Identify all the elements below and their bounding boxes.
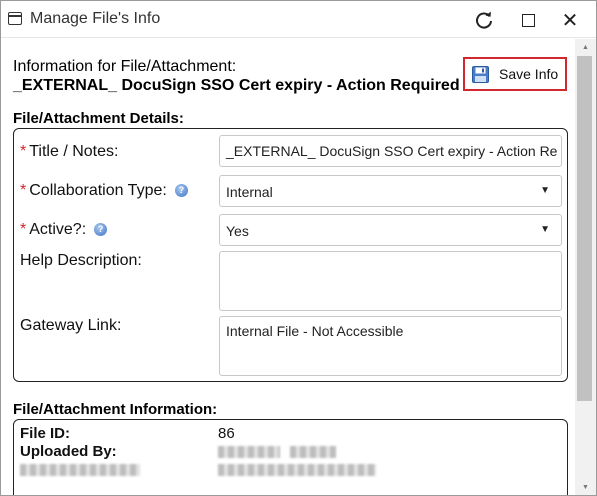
scroll-down-arrow-icon[interactable]: ▼ (575, 479, 596, 495)
gateway-link-textarea[interactable]: Internal File - Not Accessible (219, 316, 562, 376)
collaboration-type-value: Internal (226, 184, 273, 200)
window-icon (8, 12, 22, 25)
scroll-thumb[interactable] (577, 56, 592, 401)
date-uploaded-value (218, 461, 376, 478)
close-button[interactable]: ✕ (555, 6, 585, 34)
file-id-label: File ID: (20, 425, 71, 442)
info-section-title: File/Attachment Information: (13, 401, 218, 418)
collaboration-type-label: * Collaboration Type:? (20, 182, 188, 200)
refresh-button[interactable] (469, 6, 499, 34)
details-section-title: File/Attachment Details: (13, 110, 184, 127)
dropdown-arrow-icon: ▼ (540, 224, 550, 235)
dropdown-arrow-icon: ▼ (540, 185, 550, 196)
file-name: _EXTERNAL_ DocuSign SSO Cert expiry - Ac… (13, 77, 460, 94)
redacted-text (290, 446, 337, 459)
gateway-link-label: Gateway Link: (20, 317, 122, 334)
help-icon[interactable]: ? (174, 184, 188, 197)
help-description-textarea[interactable] (219, 251, 562, 311)
file-id-value: 86 (218, 425, 235, 442)
save-info-label: Save Info (499, 66, 559, 82)
maximize-icon (521, 13, 535, 27)
uploaded-by-value (218, 443, 337, 460)
title-notes-input[interactable]: _EXTERNAL_ DocuSign SSO Cert expiry - Ac… (219, 135, 562, 167)
maximize-button[interactable] (513, 6, 543, 34)
redacted-text (218, 464, 376, 477)
active-value: Yes (226, 223, 249, 239)
title-field-label: * Title / Notes: (20, 143, 119, 160)
title-bar: Manage File's Info ✕ (1, 1, 596, 38)
refresh-icon (476, 11, 492, 29)
manage-file-info-dialog: Manage File's Info ✕ Information for Fil… (0, 0, 597, 496)
floppy-disk-icon (472, 65, 489, 83)
help-icon[interactable]: ? (94, 223, 108, 236)
date-uploaded-label (20, 461, 140, 478)
dialog-content: Information for File/Attachment: _EXTERN… (1, 39, 575, 495)
redacted-text (20, 464, 140, 477)
redacted-text (218, 446, 280, 459)
help-description-label: Help Description: (20, 252, 142, 269)
close-icon: ✕ (561, 8, 579, 32)
vertical-scrollbar[interactable]: ▲ ▼ (575, 39, 596, 495)
file-info-header: Information for File/Attachment: _EXTERN… (13, 57, 460, 95)
window-title: Manage File's Info (30, 10, 161, 27)
information-panel: File ID: 86 Uploaded By: (13, 419, 568, 495)
active-label: * Active?:? (20, 221, 108, 239)
details-panel: * Title / Notes: _EXTERNAL_ DocuSign SSO … (13, 128, 568, 382)
uploaded-by-label: Uploaded By: (20, 443, 117, 460)
collaboration-type-select[interactable]: Internal ▼ (219, 175, 562, 207)
scroll-up-arrow-icon[interactable]: ▲ (575, 39, 596, 56)
active-select[interactable]: Yes ▼ (219, 214, 562, 246)
info-label: Information for File/Attachment: (13, 58, 237, 75)
save-info-button[interactable]: Save Info (463, 57, 567, 91)
